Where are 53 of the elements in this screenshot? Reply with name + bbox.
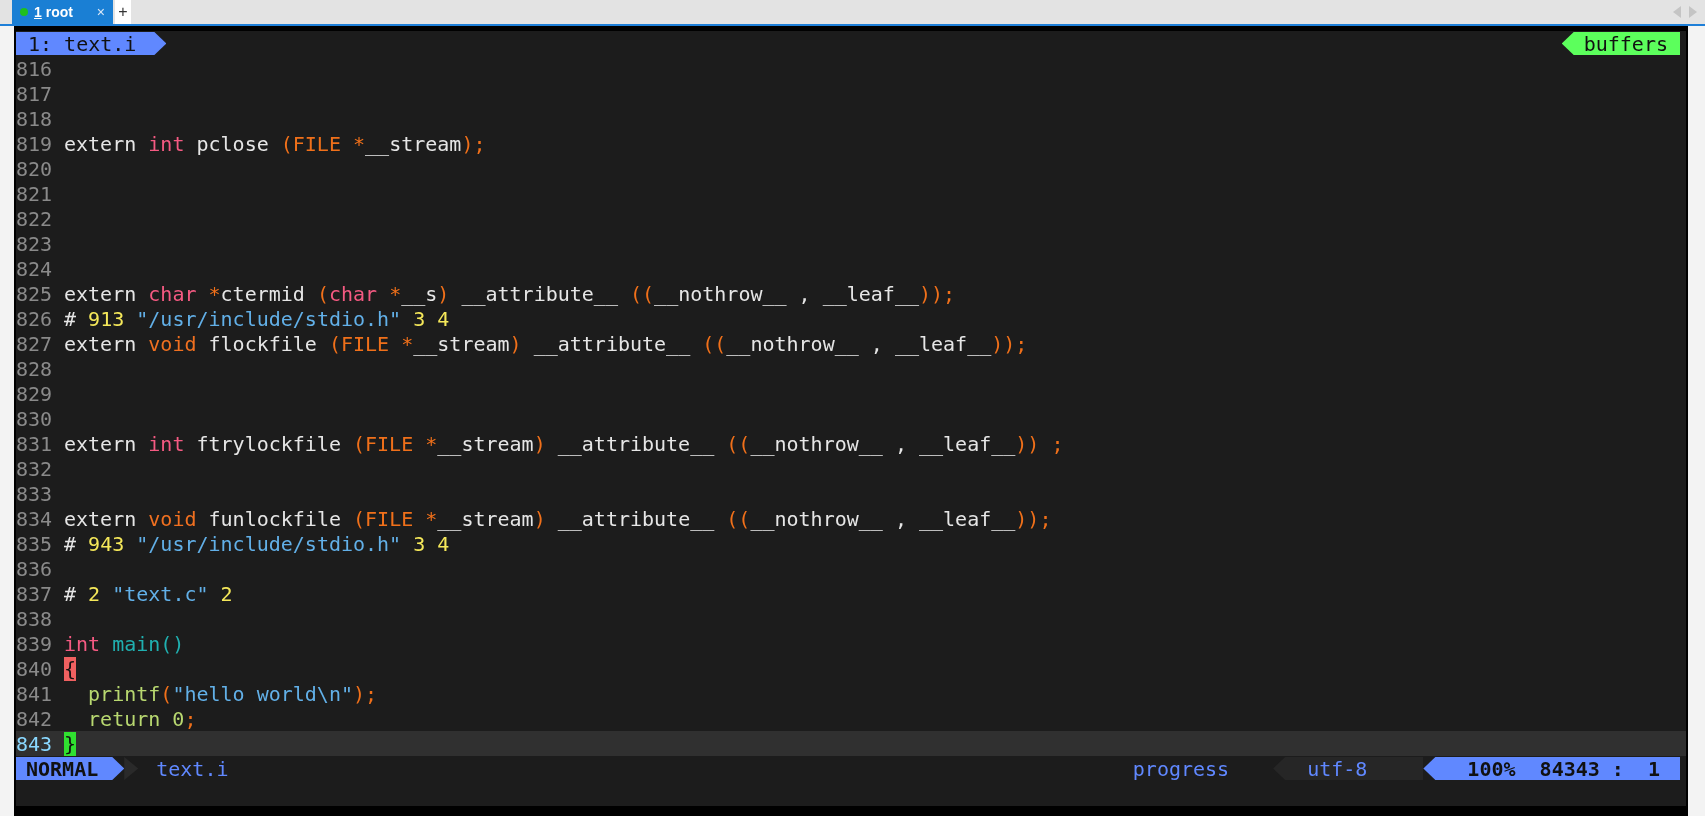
line-number: 837 bbox=[16, 581, 54, 606]
line-number: 823 bbox=[16, 231, 54, 256]
progress-label: progress bbox=[1132, 756, 1230, 781]
close-icon[interactable]: × bbox=[96, 4, 105, 20]
line-number: 822 bbox=[16, 206, 54, 231]
terminal-tab[interactable]: 1 root × bbox=[12, 0, 113, 24]
code-line: extern int ftrylockfile (FILE *__stream) __attribute__ ((__nothrow__ , __leaf__)) ; bbox=[64, 431, 1064, 456]
code-line: # 913 "/usr/include/stdio.h" 3 4 bbox=[64, 306, 450, 331]
line-number: 819 bbox=[16, 131, 54, 156]
line-number: 828 bbox=[16, 356, 54, 381]
buffers-label: buffers bbox=[1561, 32, 1680, 55]
line-number: 818 bbox=[16, 106, 54, 131]
code-line: extern int pclose (FILE *__stream); bbox=[64, 131, 486, 156]
line-number: 816 bbox=[16, 56, 54, 81]
scroll-left-icon[interactable] bbox=[1673, 6, 1681, 18]
line-number: 835 bbox=[16, 531, 54, 556]
code-line: extern void flockfile (FILE *__stream) __attribute__ ((__nothrow__ , __leaf__)); bbox=[64, 331, 1028, 356]
file-name: text.i bbox=[156, 756, 229, 781]
buffer-tab[interactable]: 1: text.i bbox=[16, 32, 167, 55]
code-line: extern void funlockfile (FILE *__stream) __attribute__ ((__nothrow__ , __leaf__)); bbox=[64, 506, 1052, 531]
line-number: 836 bbox=[16, 556, 54, 581]
code-line: printf("hello world\n"); bbox=[87, 681, 378, 706]
status-dot-icon bbox=[20, 8, 28, 16]
tab-label: 1 root bbox=[34, 4, 73, 20]
line-number: 826 bbox=[16, 306, 54, 331]
line-number: 833 bbox=[16, 481, 54, 506]
code-line: # 2 "text.c" 2 bbox=[64, 581, 233, 606]
code-line: return 0; bbox=[87, 706, 197, 731]
encoding-label: utf-8 bbox=[1273, 757, 1424, 780]
line-number: 839 bbox=[16, 631, 54, 656]
line-number: 827 bbox=[16, 331, 54, 356]
line-number: 830 bbox=[16, 406, 54, 431]
line-number: 824 bbox=[16, 256, 54, 281]
code-line: extern char *ctermid (char *__s) __attribute__ ((__nothrow__ , __leaf__)); bbox=[64, 281, 956, 306]
code-line: # 943 "/usr/include/stdio.h" 3 4 bbox=[64, 531, 450, 556]
line-number: 841 bbox=[16, 681, 54, 706]
scroll-right-icon[interactable] bbox=[1689, 6, 1697, 18]
line-number: 834 bbox=[16, 506, 54, 531]
line-number: 820 bbox=[16, 156, 54, 181]
cursor-position: 100% 84343 : 1 bbox=[1423, 757, 1680, 780]
new-tab-button[interactable]: + bbox=[115, 0, 131, 24]
line-number: 829 bbox=[16, 381, 54, 406]
line-number: 832 bbox=[16, 456, 54, 481]
line-number: 840 bbox=[16, 656, 54, 681]
line-number: 817 bbox=[16, 81, 54, 106]
line-number: 838 bbox=[16, 606, 54, 631]
line-number: 825 bbox=[16, 281, 54, 306]
mode-indicator: NORMAL bbox=[16, 757, 125, 780]
line-number: 831 bbox=[16, 431, 54, 456]
code-line: int main() bbox=[64, 631, 185, 656]
line-number: 821 bbox=[16, 181, 54, 206]
line-number: 842 bbox=[16, 706, 54, 731]
line-number: 843 bbox=[16, 731, 54, 756]
